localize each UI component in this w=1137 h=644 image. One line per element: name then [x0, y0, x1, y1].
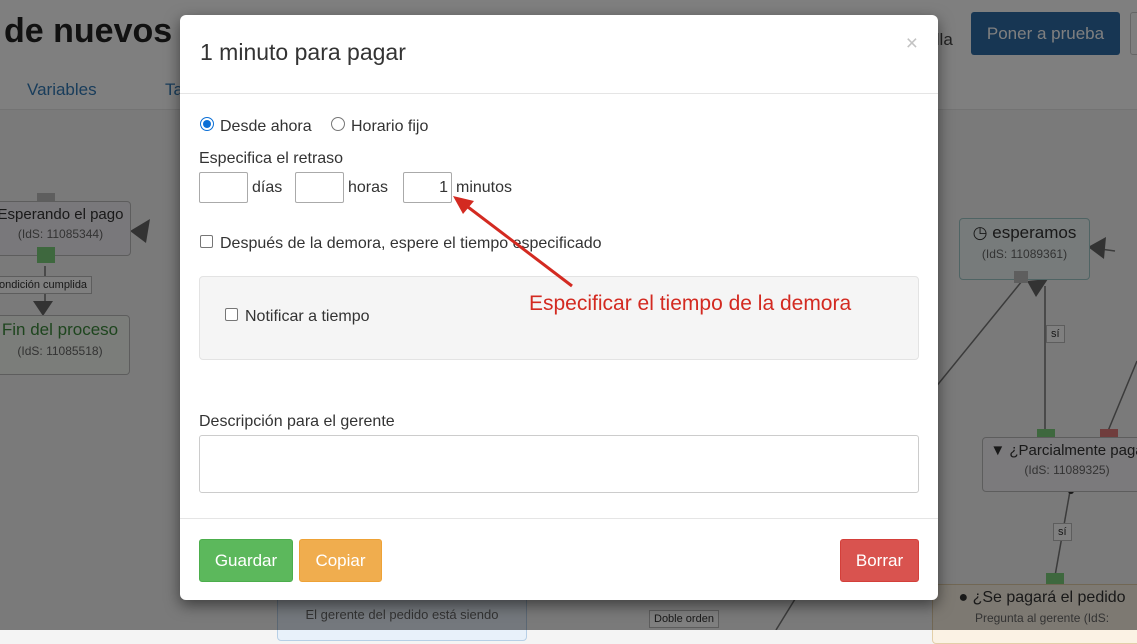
delay-modal: 1 minuto para pagar × Desde ahora Horari… [180, 15, 938, 600]
modal-header: 1 minuto para pagar × [180, 15, 938, 94]
days-input[interactable] [199, 172, 248, 203]
notify-label[interactable]: Notificar a tiempo [245, 308, 370, 326]
manager-description-textarea[interactable] [199, 435, 919, 493]
modal-title: 1 minuto para pagar [200, 39, 406, 65]
notify-checkbox[interactable] [225, 308, 238, 321]
copy-button[interactable]: Copiar [299, 539, 382, 582]
close-icon[interactable]: × [906, 32, 918, 56]
after-delay-checkbox[interactable] [200, 235, 213, 248]
save-button[interactable]: Guardar [199, 539, 293, 582]
minutes-input[interactable]: 1 [403, 172, 452, 203]
delay-label: Especifica el retraso [199, 150, 344, 167]
annotation-arrow-icon [453, 196, 573, 288]
modal-footer: Guardar Copiar Borrar [180, 518, 938, 600]
hours-input[interactable] [295, 172, 344, 203]
hours-unit: horas [348, 179, 389, 196]
radio-from-now-label[interactable]: Desde ahora [220, 118, 312, 136]
delete-button[interactable]: Borrar [840, 539, 919, 582]
radio-fixed-schedule-label[interactable]: Horario fijo [351, 118, 428, 136]
modal-body: Desde ahora Horario fijo Especifica el r… [180, 94, 938, 518]
radio-from-now[interactable] [200, 117, 214, 131]
days-unit: días [252, 179, 283, 196]
radio-fixed-schedule[interactable] [331, 117, 345, 131]
annotation-text: Especificar el tiempo de la demora [529, 292, 852, 315]
manager-description-label: Descripción para el gerente [199, 413, 395, 430]
